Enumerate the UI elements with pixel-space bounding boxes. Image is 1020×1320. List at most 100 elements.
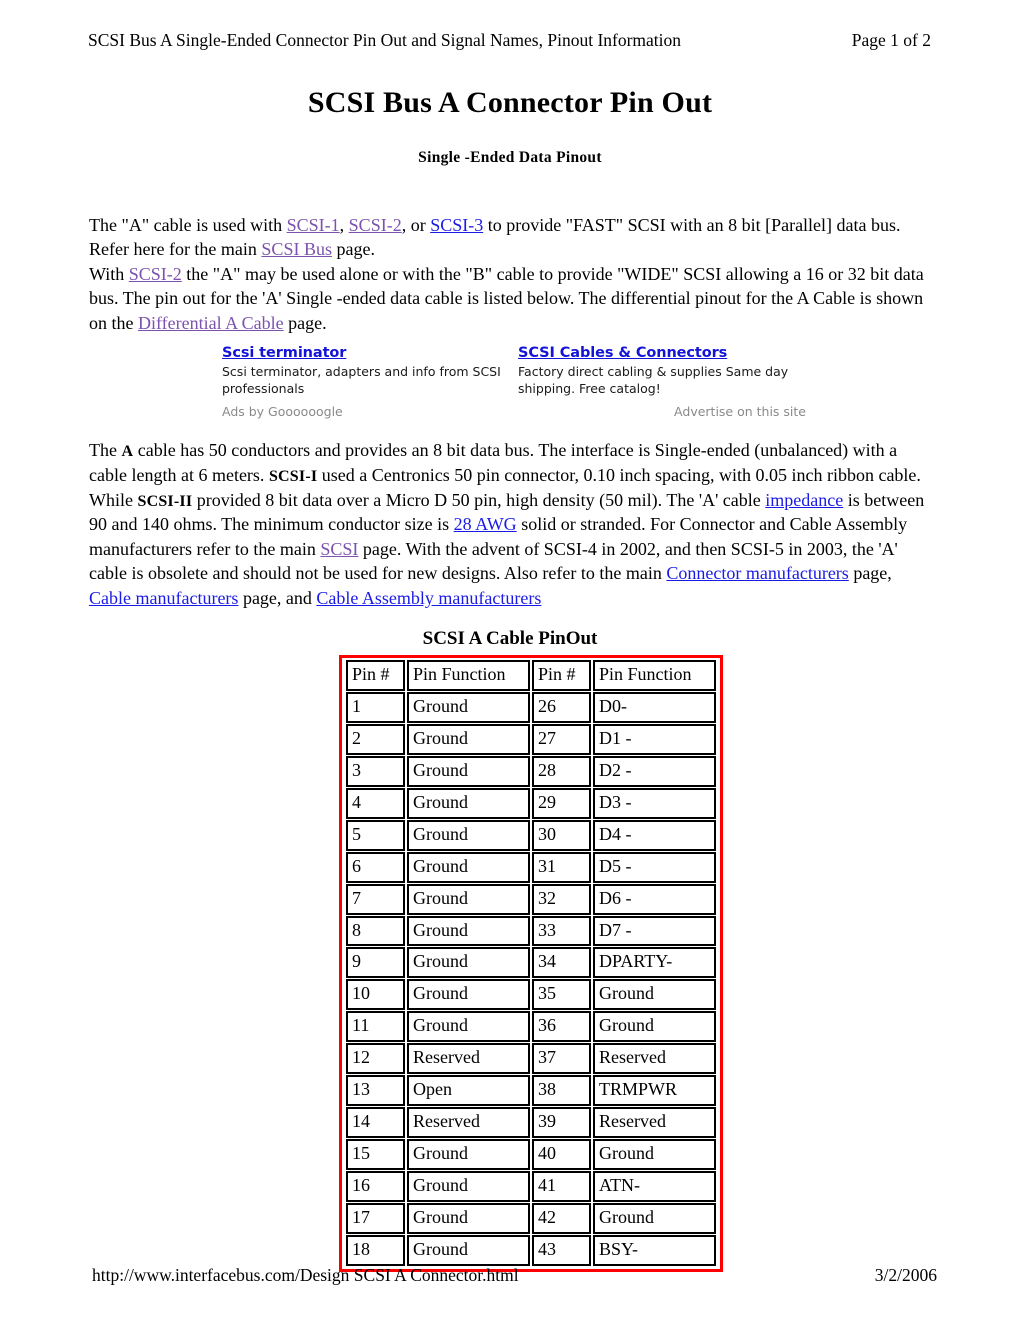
cell-pin-number: 38 — [532, 1075, 591, 1107]
page-header: SCSI Bus A Single-Ended Connector Pin Ou… — [88, 30, 933, 52]
cell-pin-number: 39 — [532, 1107, 591, 1139]
cell-pin-function: Ground — [407, 755, 530, 787]
table-row: 6 Ground 31 D5 - — [346, 851, 716, 883]
link-scsi-2[interactable]: SCSI-2 — [349, 215, 402, 235]
cell-pin-number: 41 — [532, 1171, 591, 1202]
cell-pin-function: Ground — [593, 1011, 716, 1043]
cell-pin-number: 7 — [346, 883, 405, 915]
table-column-header-3: Pin # — [532, 660, 591, 691]
table-row: 15 Ground 40 Ground — [346, 1139, 716, 1170]
link-differential-a-cable[interactable]: Differential A Cable — [138, 313, 284, 333]
table-row: 1 Ground 26 D0- — [346, 691, 716, 723]
cell-pin-number: 2 — [346, 723, 405, 755]
cell-pin-function: Ground — [407, 883, 530, 915]
cell-pin-function: D4 - — [593, 819, 716, 851]
cell-pin-function: BSY- — [593, 1234, 716, 1266]
ad-column-2: SCSI Cables & Connectors Factory direct … — [518, 344, 806, 397]
cell-pin-number: 40 — [532, 1139, 591, 1170]
cell-pin-function: TRMPWR — [593, 1075, 716, 1107]
link-28-awg[interactable]: 28 AWG — [454, 514, 517, 534]
table-row: 14 Reserved 39 Reserved — [346, 1107, 716, 1139]
table-row: 16 Ground 41 ATN- — [346, 1171, 716, 1202]
cell-pin-function: Ground — [407, 1011, 530, 1043]
cell-pin-number: 14 — [346, 1107, 405, 1139]
ad-title-scsi-cables-connectors[interactable]: SCSI Cables & Connectors — [518, 344, 727, 363]
table-row: 13 Open 38 TRMPWR — [346, 1075, 716, 1107]
cell-pin-number: 36 — [532, 1011, 591, 1043]
cell-pin-function: Reserved — [407, 1107, 530, 1139]
ad-row: Scsi terminator Scsi terminator, adapter… — [222, 344, 806, 397]
link-scsi-bus[interactable]: SCSI Bus — [261, 239, 332, 259]
footer-url: http://www.interfacebus.com/Design SCSI … — [92, 1265, 519, 1285]
footer-date: 3/2/2006 — [874, 1265, 937, 1285]
cell-pin-number: 33 — [532, 915, 591, 947]
table-row: 12 Reserved 37 Reserved — [346, 1043, 716, 1075]
table-row: 11 Ground 36 Ground — [346, 1011, 716, 1043]
cell-pin-function: D1 - — [593, 723, 716, 755]
document-page: SCSI Bus A Single-Ended Connector Pin Ou… — [0, 0, 1020, 1320]
link-impedance[interactable]: impedance — [765, 490, 843, 510]
cell-pin-function: Ground — [407, 1234, 530, 1266]
table-header-row: Pin # Pin Function Pin # Pin Function — [346, 660, 716, 691]
cell-pin-number: 42 — [532, 1202, 591, 1234]
cell-pin-number: 8 — [346, 915, 405, 947]
advertise-on-this-site-link[interactable]: Advertise on this site — [674, 404, 806, 421]
cell-pin-number: 1 — [346, 691, 405, 723]
cell-pin-function: D5 - — [593, 851, 716, 883]
page-title: SCSI Bus A Connector Pin Out — [307, 86, 713, 119]
page-subtitle: Single -Ended Data Pinout — [418, 149, 602, 166]
link-connector-manufacturers[interactable]: Connector manufacturers — [666, 563, 848, 583]
table-row: 5 Ground 30 D4 - — [346, 819, 716, 851]
cell-pin-function: D6 - — [593, 883, 716, 915]
table-row: 10 Ground 35 Ground — [346, 979, 716, 1011]
cell-pin-number: 6 — [346, 851, 405, 883]
cell-pin-function: D2 - — [593, 755, 716, 787]
cell-pin-number: 35 — [532, 979, 591, 1011]
ad-description-1: Scsi terminator, adapters and info from … — [222, 364, 501, 396]
cell-pin-number: 34 — [532, 947, 591, 979]
term-scsi-1: SCSI-I — [268, 467, 318, 485]
table-row: 2 Ground 27 D1 - — [346, 723, 716, 755]
cell-pin-function: ATN- — [593, 1171, 716, 1202]
page-number: Page 1 of 2 — [851, 30, 931, 50]
link-scsi-1[interactable]: SCSI-1 — [287, 215, 340, 235]
cell-pin-function: Ground — [593, 1202, 716, 1234]
pinout-table-container: Pin # Pin Function Pin # Pin Function 1 Grou… — [339, 655, 723, 1272]
ad-description-2: Factory direct cabling & supplies Same d… — [518, 364, 789, 396]
ad-column-1: Scsi terminator Scsi terminator, adapter… — [222, 344, 510, 397]
ad-footer: Ads by Goooooogle Advertise on this site — [222, 404, 806, 421]
cell-pin-function: Ground — [407, 723, 530, 755]
cell-pin-number: 37 — [532, 1043, 591, 1075]
cell-pin-number: 15 — [346, 1139, 405, 1170]
table-row: 4 Ground 29 D3 - — [346, 787, 716, 819]
detail-paragraph: The A cable has 50 conductors and provid… — [89, 438, 937, 610]
cell-pin-number: 13 — [346, 1075, 405, 1107]
cell-pin-number: 27 — [532, 723, 591, 755]
link-cable-manufacturers[interactable]: Cable manufacturers — [89, 588, 238, 608]
cell-pin-function: Reserved — [593, 1107, 716, 1139]
cell-pin-number: 43 — [532, 1234, 591, 1266]
cell-pin-number: 5 — [346, 819, 405, 851]
cell-pin-function: Ground — [407, 979, 530, 1011]
cell-pin-number: 31 — [532, 851, 591, 883]
cell-pin-number: 30 — [532, 819, 591, 851]
intro-text-2: , — [339, 215, 349, 235]
cell-pin-function: Open — [407, 1075, 530, 1107]
table-column-header-2: Pin Function — [407, 660, 530, 691]
link-scsi-2-second[interactable]: SCSI-2 — [129, 264, 182, 284]
ad-title-scsi-terminator[interactable]: Scsi terminator — [222, 344, 346, 363]
intro-text-3: , or — [401, 215, 431, 235]
link-scsi-3[interactable]: SCSI-3 — [430, 215, 483, 235]
cell-pin-number: 12 — [346, 1043, 405, 1075]
cell-pin-number: 29 — [532, 787, 591, 819]
cell-pin-function: Ground — [407, 1139, 530, 1170]
intro-text-5: page. — [331, 239, 375, 260]
cell-pin-function: D0- — [593, 691, 716, 723]
ad-block: Scsi terminator Scsi terminator, adapter… — [222, 344, 806, 421]
link-scsi[interactable]: SCSI — [320, 539, 358, 559]
intro-paragraph: The "A" cable is used with SCSI-1, SCSI-… — [89, 213, 937, 335]
link-cable-assembly-manufacturers[interactable]: Cable Assembly manufacturers — [316, 588, 541, 608]
cell-pin-number: 26 — [532, 691, 591, 723]
cell-pin-function: Ground — [407, 947, 530, 979]
cell-pin-function: Reserved — [407, 1043, 530, 1075]
